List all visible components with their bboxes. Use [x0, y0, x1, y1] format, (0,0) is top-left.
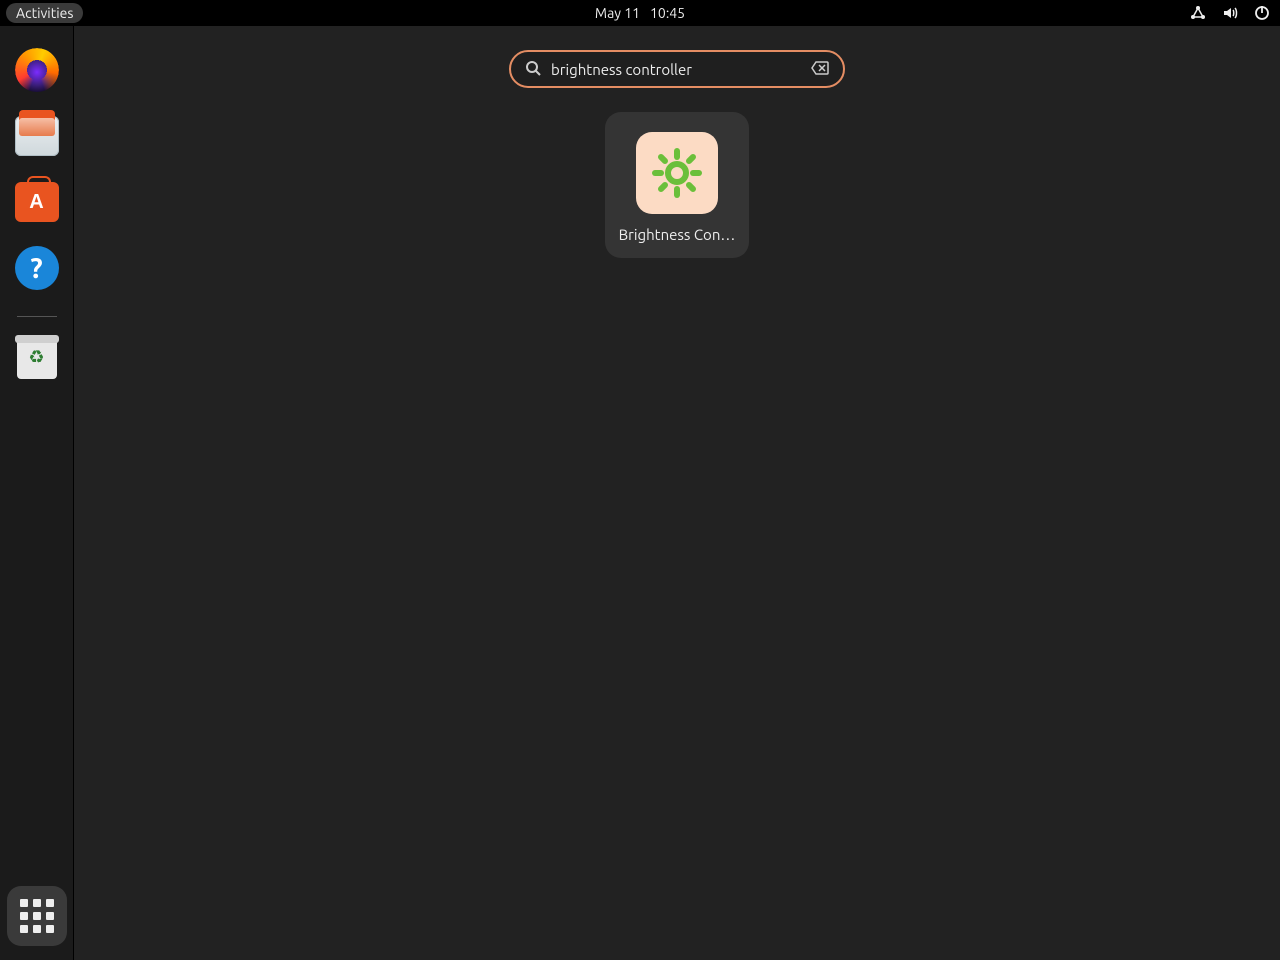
activities-overview: Brightness Con… — [74, 26, 1280, 960]
dock-item-files[interactable] — [15, 114, 59, 158]
search-icon — [525, 60, 541, 79]
clock[interactable]: May 11 10:45 — [595, 5, 685, 21]
clock-date: May 11 — [595, 5, 640, 21]
clear-search-icon[interactable] — [811, 61, 829, 78]
dock: A ? ♻ — [0, 26, 74, 960]
clock-time: 10:45 — [650, 5, 685, 21]
dock-item-software[interactable]: A — [15, 180, 59, 224]
dock-item-firefox[interactable] — [15, 48, 59, 92]
search-results: Brightness Con… — [605, 112, 749, 258]
help-icon: ? — [15, 246, 59, 290]
show-applications-button[interactable] — [7, 886, 67, 946]
software-icon: A — [15, 182, 59, 222]
grid-icon — [20, 899, 54, 933]
system-tray[interactable] — [1190, 5, 1270, 21]
firefox-icon — [15, 48, 59, 92]
dock-separator — [17, 316, 57, 317]
network-icon[interactable] — [1190, 5, 1206, 21]
result-brightness-controller[interactable]: Brightness Con… — [605, 112, 749, 258]
brightness-icon — [636, 132, 718, 214]
dock-item-trash[interactable]: ♻ — [15, 335, 59, 379]
result-label: Brightness Con… — [619, 226, 736, 243]
volume-icon[interactable] — [1222, 5, 1238, 21]
top-bar: Activities May 11 10:45 — [0, 0, 1280, 26]
power-icon[interactable] — [1254, 5, 1270, 21]
activities-button[interactable]: Activities — [6, 3, 83, 23]
search-bar[interactable] — [509, 50, 845, 88]
files-icon — [15, 116, 59, 156]
dock-item-help[interactable]: ? — [15, 246, 59, 290]
trash-icon: ♻ — [17, 335, 57, 379]
search-input[interactable] — [551, 61, 801, 78]
